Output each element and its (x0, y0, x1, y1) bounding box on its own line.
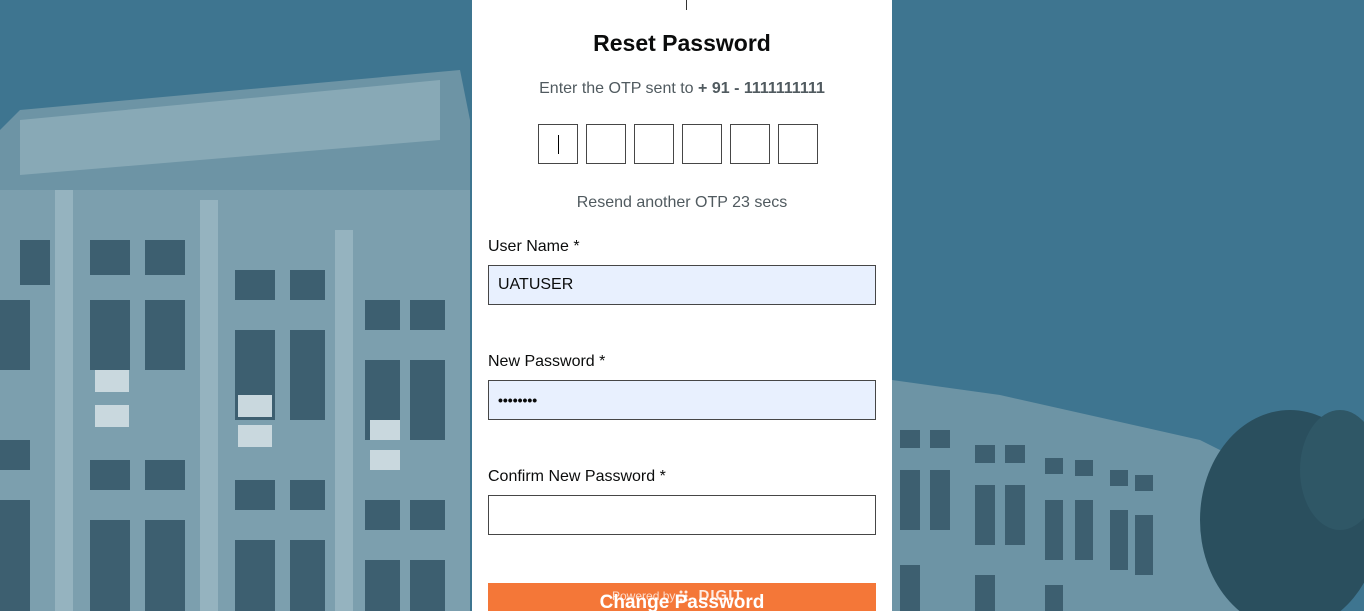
otp-digit-5[interactable] (730, 124, 770, 164)
otp-message-text: Enter the OTP sent to (539, 80, 694, 97)
powered-by-text: Powered by (612, 588, 676, 603)
otp-message: Enter the OTP sent to + 91 - 1111111111 (472, 80, 892, 98)
otp-digit-1[interactable] (538, 124, 578, 164)
powered-by-footer: Powered by DIGIT (612, 587, 744, 604)
divider (686, 0, 687, 10)
otp-phone-number: + 91 - 1111111111 (698, 80, 825, 97)
new-password-label: New Password * (488, 353, 606, 370)
confirm-password-input[interactable] (488, 495, 876, 535)
username-input[interactable]: UATUSER (488, 265, 876, 305)
otp-digit-2[interactable] (586, 124, 626, 164)
brand-name: DIGIT (698, 587, 744, 604)
confirm-password-label: Confirm New Password * (488, 468, 666, 485)
new-password-input[interactable]: •••••••• (488, 380, 876, 420)
resend-otp-timer: Resend another OTP 23 secs (576, 194, 788, 211)
digit-logo-icon: DIGIT (679, 587, 743, 604)
reset-password-card: Reset Password Enter the OTP sent to + 9… (472, 0, 892, 611)
page-title: Reset Password (593, 30, 771, 56)
username-label: User Name * (488, 238, 580, 255)
otp-digit-3[interactable] (634, 124, 674, 164)
otp-digit-4[interactable] (682, 124, 722, 164)
otp-digit-6[interactable] (778, 124, 818, 164)
otp-input-group (538, 124, 818, 164)
